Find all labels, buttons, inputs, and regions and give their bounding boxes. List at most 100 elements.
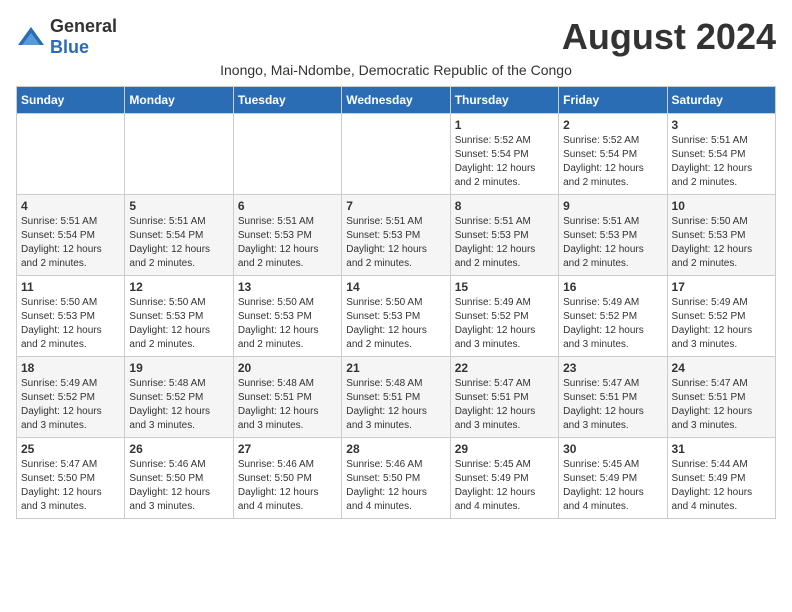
day-info: Sunrise: 5:49 AM Sunset: 5:52 PM Dayligh…	[563, 296, 662, 352]
day-number: 13	[238, 280, 337, 294]
day-info: Sunrise: 5:51 AM Sunset: 5:53 PM Dayligh…	[563, 215, 662, 271]
calendar-cell: 16 Sunrise: 5:49 AM Sunset: 5:52 PM Dayli…	[559, 276, 667, 357]
day-info: Sunrise: 5:47 AM Sunset: 5:51 PM Dayligh…	[672, 377, 771, 433]
day-info: Sunrise: 5:52 AM Sunset: 5:54 PM Dayligh…	[563, 134, 662, 190]
day-number: 2	[563, 118, 662, 132]
day-info: Sunrise: 5:48 AM Sunset: 5:51 PM Dayligh…	[238, 377, 337, 433]
day-info: Sunrise: 5:51 AM Sunset: 5:53 PM Dayligh…	[346, 215, 445, 271]
calendar-cell: 19 Sunrise: 5:48 AM Sunset: 5:52 PM Dayli…	[125, 357, 233, 438]
header-sunday: Sunday	[17, 87, 125, 114]
day-info: Sunrise: 5:45 AM Sunset: 5:49 PM Dayligh…	[563, 458, 662, 514]
day-info: Sunrise: 5:45 AM Sunset: 5:49 PM Dayligh…	[455, 458, 554, 514]
day-number: 6	[238, 199, 337, 213]
subtitle: Inongo, Mai-Ndombe, Democratic Republic …	[16, 62, 776, 78]
day-number: 11	[21, 280, 120, 294]
day-info: Sunrise: 5:47 AM Sunset: 5:51 PM Dayligh…	[455, 377, 554, 433]
day-number: 29	[455, 442, 554, 456]
day-info: Sunrise: 5:44 AM Sunset: 5:49 PM Dayligh…	[672, 458, 771, 514]
day-info: Sunrise: 5:51 AM Sunset: 5:53 PM Dayligh…	[238, 215, 337, 271]
logo-icon	[16, 25, 46, 49]
day-number: 31	[672, 442, 771, 456]
calendar-cell: 9Sunrise: 5:51 AM Sunset: 5:53 PM Daylig…	[559, 195, 667, 276]
calendar-cell	[342, 114, 450, 195]
day-info: Sunrise: 5:50 AM Sunset: 5:53 PM Dayligh…	[238, 296, 337, 352]
calendar-cell: 21 Sunrise: 5:48 AM Sunset: 5:51 PM Dayli…	[342, 357, 450, 438]
day-number: 16	[563, 280, 662, 294]
calendar-cell: 15 Sunrise: 5:49 AM Sunset: 5:52 PM Dayli…	[450, 276, 558, 357]
calendar-cell: 4 Sunrise: 5:51 AM Sunset: 5:54 PM Daylig…	[17, 195, 125, 276]
day-info: Sunrise: 5:51 AM Sunset: 5:53 PM Dayligh…	[455, 215, 554, 271]
header-thursday: Thursday	[450, 87, 558, 114]
day-number: 15	[455, 280, 554, 294]
calendar-cell: 17Sunrise: 5:49 AM Sunset: 5:52 PM Dayli…	[667, 276, 775, 357]
calendar-cell: 22 Sunrise: 5:47 AM Sunset: 5:51 PM Dayli…	[450, 357, 558, 438]
week-row-1: 4 Sunrise: 5:51 AM Sunset: 5:54 PM Daylig…	[17, 195, 776, 276]
calendar-cell: 24 Sunrise: 5:47 AM Sunset: 5:51 PM Dayli…	[667, 357, 775, 438]
day-number: 25	[21, 442, 120, 456]
day-number: 21	[346, 361, 445, 375]
calendar-cell: 26Sunrise: 5:46 AM Sunset: 5:50 PM Dayli…	[125, 438, 233, 519]
day-info: Sunrise: 5:48 AM Sunset: 5:51 PM Dayligh…	[346, 377, 445, 433]
day-number: 18	[21, 361, 120, 375]
header-wednesday: Wednesday	[342, 87, 450, 114]
week-row-2: 11 Sunrise: 5:50 AM Sunset: 5:53 PM Dayli…	[17, 276, 776, 357]
day-number: 22	[455, 361, 554, 375]
calendar: SundayMondayTuesdayWednesdayThursdayFrid…	[16, 86, 776, 519]
calendar-cell: 10Sunrise: 5:50 AM Sunset: 5:53 PM Dayli…	[667, 195, 775, 276]
day-info: Sunrise: 5:51 AM Sunset: 5:54 PM Dayligh…	[672, 134, 771, 190]
logo-blue: Blue	[50, 37, 89, 57]
day-info: Sunrise: 5:46 AM Sunset: 5:50 PM Dayligh…	[238, 458, 337, 514]
calendar-cell: 8 Sunrise: 5:51 AM Sunset: 5:53 PM Daylig…	[450, 195, 558, 276]
header: General Blue August 2024	[16, 16, 776, 58]
day-number: 14	[346, 280, 445, 294]
calendar-cell: 7 Sunrise: 5:51 AM Sunset: 5:53 PM Daylig…	[342, 195, 450, 276]
calendar-cell: 2 Sunrise: 5:52 AM Sunset: 5:54 PM Daylig…	[559, 114, 667, 195]
calendar-cell	[125, 114, 233, 195]
day-number: 1	[455, 118, 554, 132]
day-number: 12	[129, 280, 228, 294]
day-info: Sunrise: 5:49 AM Sunset: 5:52 PM Dayligh…	[21, 377, 120, 433]
calendar-cell: 12Sunrise: 5:50 AM Sunset: 5:53 PM Dayli…	[125, 276, 233, 357]
day-number: 3	[672, 118, 771, 132]
calendar-cell: 13 Sunrise: 5:50 AM Sunset: 5:53 PM Dayli…	[233, 276, 341, 357]
logo-text: General Blue	[50, 16, 117, 58]
month-title: August 2024	[562, 16, 776, 58]
calendar-cell: 25Sunrise: 5:47 AM Sunset: 5:50 PM Dayli…	[17, 438, 125, 519]
day-number: 7	[346, 199, 445, 213]
calendar-cell: 11 Sunrise: 5:50 AM Sunset: 5:53 PM Dayli…	[17, 276, 125, 357]
calendar-cell	[233, 114, 341, 195]
day-info: Sunrise: 5:50 AM Sunset: 5:53 PM Dayligh…	[346, 296, 445, 352]
calendar-cell: 31 Sunrise: 5:44 AM Sunset: 5:49 PM Dayli…	[667, 438, 775, 519]
calendar-cell: 23Sunrise: 5:47 AM Sunset: 5:51 PM Dayli…	[559, 357, 667, 438]
week-row-4: 25Sunrise: 5:47 AM Sunset: 5:50 PM Dayli…	[17, 438, 776, 519]
day-info: Sunrise: 5:49 AM Sunset: 5:52 PM Dayligh…	[455, 296, 554, 352]
header-friday: Friday	[559, 87, 667, 114]
day-info: Sunrise: 5:47 AM Sunset: 5:51 PM Dayligh…	[563, 377, 662, 433]
day-info: Sunrise: 5:46 AM Sunset: 5:50 PM Dayligh…	[346, 458, 445, 514]
day-info: Sunrise: 5:51 AM Sunset: 5:54 PM Dayligh…	[129, 215, 228, 271]
header-saturday: Saturday	[667, 87, 775, 114]
day-number: 5	[129, 199, 228, 213]
day-number: 27	[238, 442, 337, 456]
calendar-cell: 18 Sunrise: 5:49 AM Sunset: 5:52 PM Dayli…	[17, 357, 125, 438]
day-number: 8	[455, 199, 554, 213]
day-number: 28	[346, 442, 445, 456]
day-number: 19	[129, 361, 228, 375]
day-info: Sunrise: 5:49 AM Sunset: 5:52 PM Dayligh…	[672, 296, 771, 352]
calendar-cell: 20 Sunrise: 5:48 AM Sunset: 5:51 PM Dayli…	[233, 357, 341, 438]
day-info: Sunrise: 5:51 AM Sunset: 5:54 PM Dayligh…	[21, 215, 120, 271]
calendar-cell: 5 Sunrise: 5:51 AM Sunset: 5:54 PM Daylig…	[125, 195, 233, 276]
calendar-cell	[17, 114, 125, 195]
calendar-cell: 29 Sunrise: 5:45 AM Sunset: 5:49 PM Dayli…	[450, 438, 558, 519]
calendar-cell: 28 Sunrise: 5:46 AM Sunset: 5:50 PM Dayli…	[342, 438, 450, 519]
day-number: 4	[21, 199, 120, 213]
day-info: Sunrise: 5:46 AM Sunset: 5:50 PM Dayligh…	[129, 458, 228, 514]
logo: General Blue	[16, 16, 117, 58]
day-info: Sunrise: 5:50 AM Sunset: 5:53 PM Dayligh…	[21, 296, 120, 352]
day-number: 20	[238, 361, 337, 375]
calendar-cell: 30 Sunrise: 5:45 AM Sunset: 5:49 PM Dayli…	[559, 438, 667, 519]
day-number: 24	[672, 361, 771, 375]
day-number: 30	[563, 442, 662, 456]
day-info: Sunrise: 5:48 AM Sunset: 5:52 PM Dayligh…	[129, 377, 228, 433]
logo-general: General	[50, 16, 117, 36]
